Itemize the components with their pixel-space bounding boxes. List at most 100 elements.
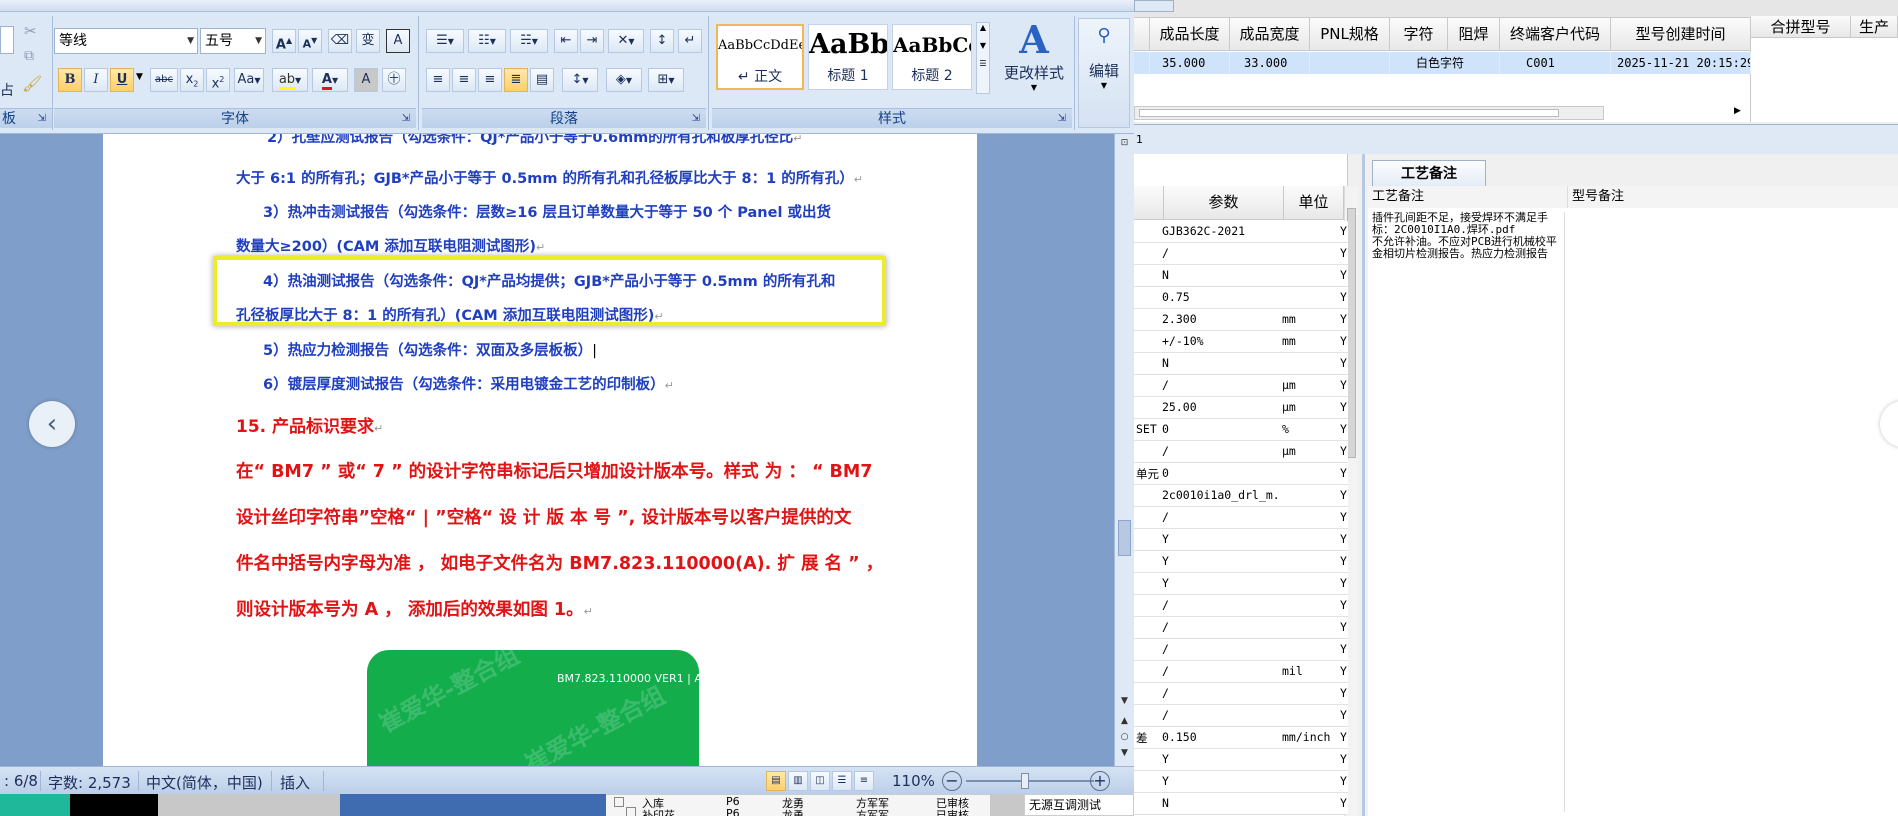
phonetic-guide-button[interactable]: 变: [356, 29, 380, 53]
italic-button[interactable]: I: [84, 68, 108, 92]
paste-label[interactable]: 占: [0, 80, 14, 100]
char-shading-button[interactable]: A: [354, 68, 378, 92]
style-heading-2[interactable]: AaBbCc 标题 2: [892, 24, 972, 90]
grid-cell[interactable]: 白色字符: [1390, 52, 1500, 74]
draft-view-icon[interactable]: ≡: [854, 771, 874, 791]
column-header[interactable]: 字符: [1390, 18, 1448, 51]
multilevel-list-button[interactable]: ☵▼: [510, 29, 548, 53]
table-row[interactable]: YY: [1134, 749, 1348, 771]
grow-font-button[interactable]: A▲: [272, 29, 296, 53]
column-header[interactable]: 单位: [1284, 186, 1344, 220]
print-layout-view-icon[interactable]: ▤: [766, 771, 786, 791]
table-row[interactable]: 25.00 μm Y: [1134, 397, 1348, 419]
styles-gallery-scroll[interactable]: ▲ ▼ ☰: [976, 22, 990, 94]
column-header[interactable]: 合拼型号: [1751, 16, 1851, 38]
table-row[interactable]: / mil Y: [1134, 661, 1348, 683]
table-row[interactable]: / Y: [1134, 595, 1348, 617]
page-indicator[interactable]: : 6/8: [4, 772, 38, 790]
column-header[interactable]: 阻焊: [1448, 18, 1500, 51]
format-painter-icon[interactable]: 🖌: [22, 74, 42, 93]
zoom-slider-thumb[interactable]: [1021, 773, 1029, 789]
align-center-button[interactable]: ≡: [452, 68, 476, 92]
clipboard-launcher-icon[interactable]: ⇲: [38, 109, 46, 129]
language-indicator[interactable]: 中文(简体，中国): [146, 772, 263, 793]
char-border-button[interactable]: A: [386, 29, 410, 53]
change-case-button[interactable]: Aa▼: [234, 68, 264, 92]
scroll-thumb[interactable]: [1118, 520, 1131, 556]
table-row[interactable]: YY: [1134, 529, 1348, 551]
column-header[interactable]: 生产: [1851, 16, 1898, 38]
checkbox[interactable]: [614, 797, 624, 807]
shrink-font-button[interactable]: A▼: [298, 29, 322, 53]
column-header[interactable]: [1134, 18, 1150, 51]
grid-cell[interactable]: C001: [1500, 52, 1611, 74]
column-header[interactable]: 成品宽度: [1230, 18, 1310, 51]
align-right-button[interactable]: ≡: [478, 68, 502, 92]
word-count[interactable]: 字数: 2,573: [48, 772, 131, 793]
table-row[interactable]: / Y: [1134, 705, 1348, 727]
numbering-button[interactable]: ☷▼: [468, 29, 506, 53]
table-row[interactable]: NY: [1134, 265, 1348, 287]
bullets-button[interactable]: ☰▼: [426, 29, 464, 53]
table-row[interactable]: YY: [1134, 573, 1348, 595]
table-row[interactable]: 2c0010i1a0_drl_m... Y: [1134, 485, 1348, 507]
browse-object-icon[interactable]: ○: [1117, 730, 1132, 745]
style-heading-1[interactable]: AaBb( 标题 1: [808, 24, 888, 90]
grid-horizontal-scrollbar[interactable]: [1134, 106, 1604, 120]
column-header[interactable]: [1134, 186, 1164, 220]
table-row[interactable]: / Y: [1134, 683, 1348, 705]
font-color-button[interactable]: A▼: [312, 68, 348, 92]
paste-icon[interactable]: [0, 26, 14, 54]
chinese-layout-button[interactable]: ✕▼: [608, 29, 644, 53]
table-row[interactable]: 差 0.150 mm/inch Y: [1134, 727, 1348, 749]
increase-indent-button[interactable]: ⇥: [580, 29, 604, 53]
scroll-right-icon[interactable]: ▶: [1734, 106, 1741, 116]
sort-button[interactable]: ↕: [650, 29, 674, 53]
splitter[interactable]: [1362, 154, 1365, 816]
distributed-button[interactable]: ▤: [530, 68, 554, 92]
zoom-slider[interactable]: [966, 780, 1094, 782]
tab-craft-notes[interactable]: 工艺备注: [1372, 160, 1486, 186]
font-dialog-launcher-icon[interactable]: ⇲: [402, 109, 410, 129]
table-row[interactable]: 单元 0 Y: [1134, 463, 1348, 485]
grid-cell[interactable]: 2025-11-21 20:15:29: [1611, 52, 1751, 74]
subscript-button[interactable]: x2: [180, 68, 204, 92]
craft-note-text[interactable]: 插件孔间距不足，接受焊环不满足手标：2C0010I1A0.焊环.pdf 不允许补…: [1372, 212, 1558, 292]
scroll-down-icon[interactable]: ▼: [1117, 694, 1132, 709]
table-row[interactable]: / μm Y: [1134, 441, 1348, 463]
borders-button[interactable]: ⊞▼: [648, 68, 684, 92]
line-spacing-button[interactable]: ↕▼: [562, 68, 598, 92]
outline-view-icon[interactable]: ☰: [832, 771, 852, 791]
zoom-in-icon[interactable]: +: [1090, 771, 1110, 791]
strikethrough-button[interactable]: abc: [150, 68, 178, 92]
web-view-icon[interactable]: ◫: [810, 771, 830, 791]
style-normal[interactable]: AaBbCcDdEe ↵ 正文: [716, 24, 804, 90]
cut-icon[interactable]: ✂: [24, 22, 37, 40]
font-size-combo[interactable]: 五号 ▼: [200, 28, 266, 54]
decrease-indent-button[interactable]: ⇤: [554, 29, 578, 53]
zoom-level[interactable]: 110%: [892, 772, 935, 790]
justify-button[interactable]: ≣: [504, 68, 528, 92]
column-header[interactable]: 成品长度: [1150, 18, 1230, 51]
table-row[interactable]: / μm Y: [1134, 375, 1348, 397]
grid-cell[interactable]: [1310, 52, 1390, 74]
document-vertical-scrollbar[interactable]: ⊡ ▼ ▲ ○ ▼: [1114, 134, 1134, 766]
table-row[interactable]: YY: [1134, 771, 1348, 793]
table-row[interactable]: / Y: [1134, 243, 1348, 265]
font-name-combo[interactable]: 等线 ▼: [54, 28, 198, 54]
grid-cell[interactable]: 33.000: [1230, 52, 1310, 74]
scroll-thumb[interactable]: [1139, 109, 1559, 117]
table-row[interactable]: NY: [1134, 793, 1348, 815]
grid-cell[interactable]: [1134, 52, 1150, 74]
table-row[interactable]: 0.75 Y: [1134, 287, 1348, 309]
edit-button[interactable]: ⚲ 编辑 ▼: [1078, 18, 1130, 128]
chevron-down-icon[interactable]: ▼: [136, 72, 143, 82]
grid-cell[interactable]: 35.000: [1150, 52, 1230, 74]
checkbox[interactable]: [626, 807, 636, 816]
prev-page-icon[interactable]: ▲: [1117, 714, 1132, 729]
table-row[interactable]: / Y: [1134, 639, 1348, 661]
table-row[interactable]: GJB362C-2021 Y: [1134, 221, 1348, 243]
shading-button[interactable]: ◈▼: [606, 68, 642, 92]
paragraph-dialog-launcher-icon[interactable]: ⇲: [692, 109, 700, 129]
bold-button[interactable]: B: [58, 68, 82, 92]
